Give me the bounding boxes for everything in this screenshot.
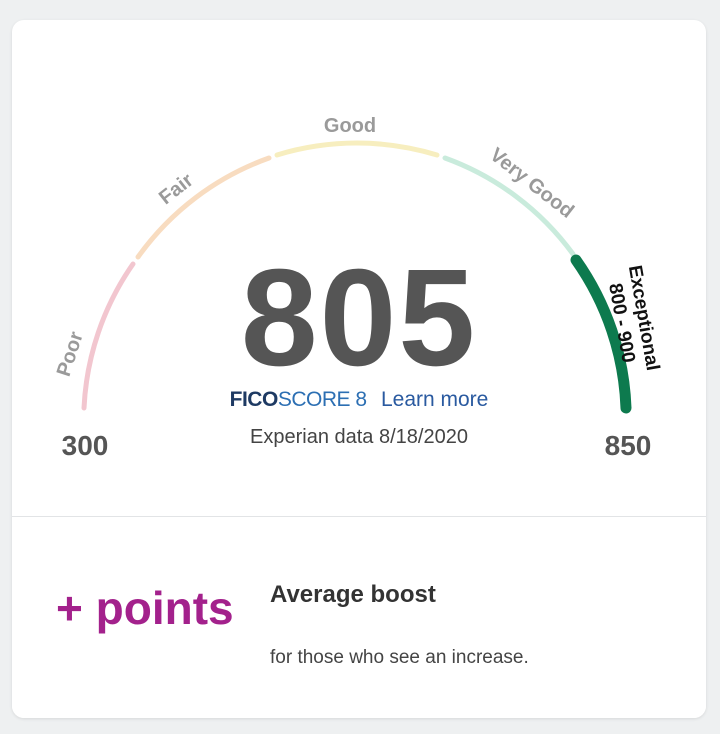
- boost-description: for those who see an increase.: [270, 647, 529, 668]
- credit-score-card: Poor Fair Good Very Good Exceptional 800…: [12, 20, 706, 718]
- score-gauge-section: Poor Fair Good Very Good Exceptional 800…: [12, 20, 706, 516]
- band-label-good: Good: [324, 115, 376, 137]
- gauge-arc-good: [274, 140, 440, 158]
- data-source-date: Experian data 8/18/2020: [250, 426, 468, 448]
- learn-more-link[interactable]: Learn more: [381, 388, 488, 411]
- boost-title: Average boost: [270, 581, 436, 608]
- fico-logo: FICO: [229, 388, 279, 411]
- credit-score-value: 805: [240, 241, 478, 395]
- fico-score-version: SCORE 8: [277, 388, 367, 411]
- boost-section: + points Average boost for those who see…: [12, 517, 706, 718]
- fico-score-row: FICOSCORE 8 Learn more: [12, 388, 706, 412]
- boost-points-label: + points: [56, 582, 234, 634]
